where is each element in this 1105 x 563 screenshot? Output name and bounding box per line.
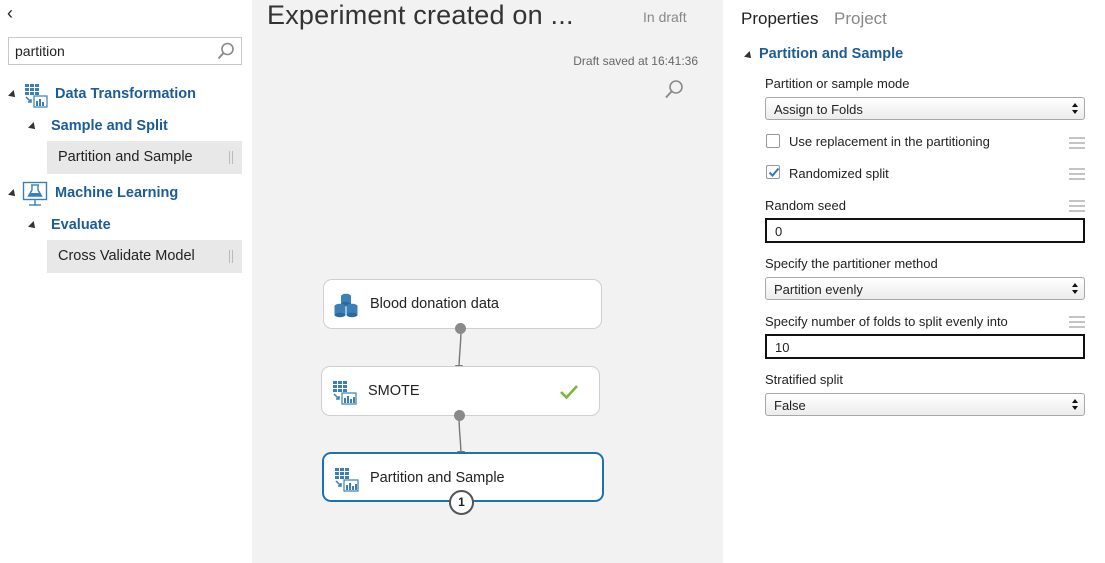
output-port-count-badge[interactable]: 1 xyxy=(449,490,474,515)
random-seed-value: 0 xyxy=(775,224,783,239)
node-label: Partition and Sample xyxy=(370,470,505,486)
tree-category-data-transformation[interactable]: Data Transformation xyxy=(0,82,252,108)
use-replacement-label: Use replacement in the partitioning xyxy=(789,134,990,149)
select-arrows-icon xyxy=(1072,103,1078,114)
module-item-partition-and-sample[interactable]: Partition and Sample xyxy=(47,141,242,174)
random-seed-input[interactable]: 0 xyxy=(765,218,1085,243)
output-port[interactable] xyxy=(454,410,465,421)
stratified-split-label: Stratified split xyxy=(765,372,844,387)
folds-input[interactable]: 10 xyxy=(765,334,1085,359)
collapse-triangle-icon[interactable] xyxy=(744,51,754,61)
tree-category-machine-learning[interactable]: Machine Learning xyxy=(0,181,252,207)
completed-check-icon xyxy=(560,385,578,400)
module-palette: ‹ Data Transformation Sample and Split P… xyxy=(0,0,252,563)
expand-triangle-icon[interactable] xyxy=(28,221,38,231)
folds-value: 10 xyxy=(775,340,790,355)
parameter-menu-icon[interactable] xyxy=(1069,168,1085,180)
search-input[interactable] xyxy=(9,38,209,64)
select-arrows-icon xyxy=(1072,399,1078,410)
randomized-split-checkbox[interactable] xyxy=(766,165,780,179)
random-seed-label: Random seed xyxy=(765,198,846,213)
search-icon[interactable] xyxy=(217,42,235,60)
module-item-label: Cross Validate Model xyxy=(58,248,195,264)
tree-subcategory-sample-and-split[interactable]: Sample and Split xyxy=(0,114,252,140)
tree-category-label: Data Transformation xyxy=(55,86,196,102)
draft-status: In draft xyxy=(643,9,687,25)
drag-handle-icon[interactable] xyxy=(229,151,233,164)
collapse-palette-icon[interactable]: ‹ xyxy=(7,4,23,22)
node-label: SMOTE xyxy=(368,383,420,399)
tree-subcategory-label: Sample and Split xyxy=(51,118,168,134)
tree-category-label: Machine Learning xyxy=(55,185,179,201)
select-arrows-icon xyxy=(1072,283,1078,294)
draft-saved-text: Draft saved at 16:41:36 xyxy=(573,54,698,68)
stratified-split-select[interactable]: False xyxy=(765,393,1085,416)
mode-select-value: Assign to Folds xyxy=(774,102,863,117)
tree-subcategory-evaluate[interactable]: Evaluate xyxy=(0,213,252,239)
mode-select[interactable]: Assign to Folds xyxy=(765,97,1085,120)
partitioner-method-label: Specify the partitioner method xyxy=(765,256,938,271)
expand-triangle-icon[interactable] xyxy=(8,90,18,100)
mode-label: Partition or sample mode xyxy=(765,76,910,91)
machine-learning-icon xyxy=(22,181,48,206)
transformation-module-icon xyxy=(333,381,357,405)
stratified-split-value: False xyxy=(774,398,806,413)
expand-triangle-icon[interactable] xyxy=(8,189,18,199)
module-item-cross-validate-model[interactable]: Cross Validate Model xyxy=(47,240,242,273)
module-item-label: Partition and Sample xyxy=(58,149,193,165)
folds-label: Specify number of folds to split evenly … xyxy=(765,314,1008,329)
properties-panel: Properties Project Partition and Sample … xyxy=(723,0,1105,563)
parameter-menu-icon[interactable] xyxy=(1069,316,1085,328)
partitioner-method-select[interactable]: Partition evenly xyxy=(765,277,1085,300)
node-label: Blood donation data xyxy=(370,296,499,312)
tab-properties[interactable]: Properties xyxy=(741,9,818,29)
use-replacement-checkbox[interactable] xyxy=(766,134,780,148)
tree-subcategory-label: Evaluate xyxy=(51,217,111,233)
experiment-title[interactable]: Experiment created on ... xyxy=(267,0,574,31)
data-transformation-icon xyxy=(25,84,48,108)
randomized-split-label: Randomized split xyxy=(789,166,889,181)
checkbox-check-icon xyxy=(768,167,780,177)
partitioner-method-value: Partition evenly xyxy=(774,282,863,297)
transformation-module-icon xyxy=(335,468,359,492)
zoom-search-icon[interactable] xyxy=(664,79,684,99)
tab-project[interactable]: Project xyxy=(834,9,887,29)
dataset-icon xyxy=(334,293,358,318)
node-smote[interactable]: SMOTE xyxy=(321,366,600,416)
parameter-menu-icon[interactable] xyxy=(1069,137,1085,149)
expand-triangle-icon[interactable] xyxy=(28,122,38,132)
node-blood-donation-data[interactable]: Blood donation data xyxy=(323,279,602,329)
section-title: Partition and Sample xyxy=(759,46,904,62)
output-port[interactable] xyxy=(455,323,466,334)
drag-handle-icon[interactable] xyxy=(229,250,233,263)
experiment-canvas[interactable]: Experiment created on ... In draft Draft… xyxy=(252,0,723,563)
search-field[interactable] xyxy=(8,37,242,65)
parameter-menu-icon[interactable] xyxy=(1069,200,1085,212)
